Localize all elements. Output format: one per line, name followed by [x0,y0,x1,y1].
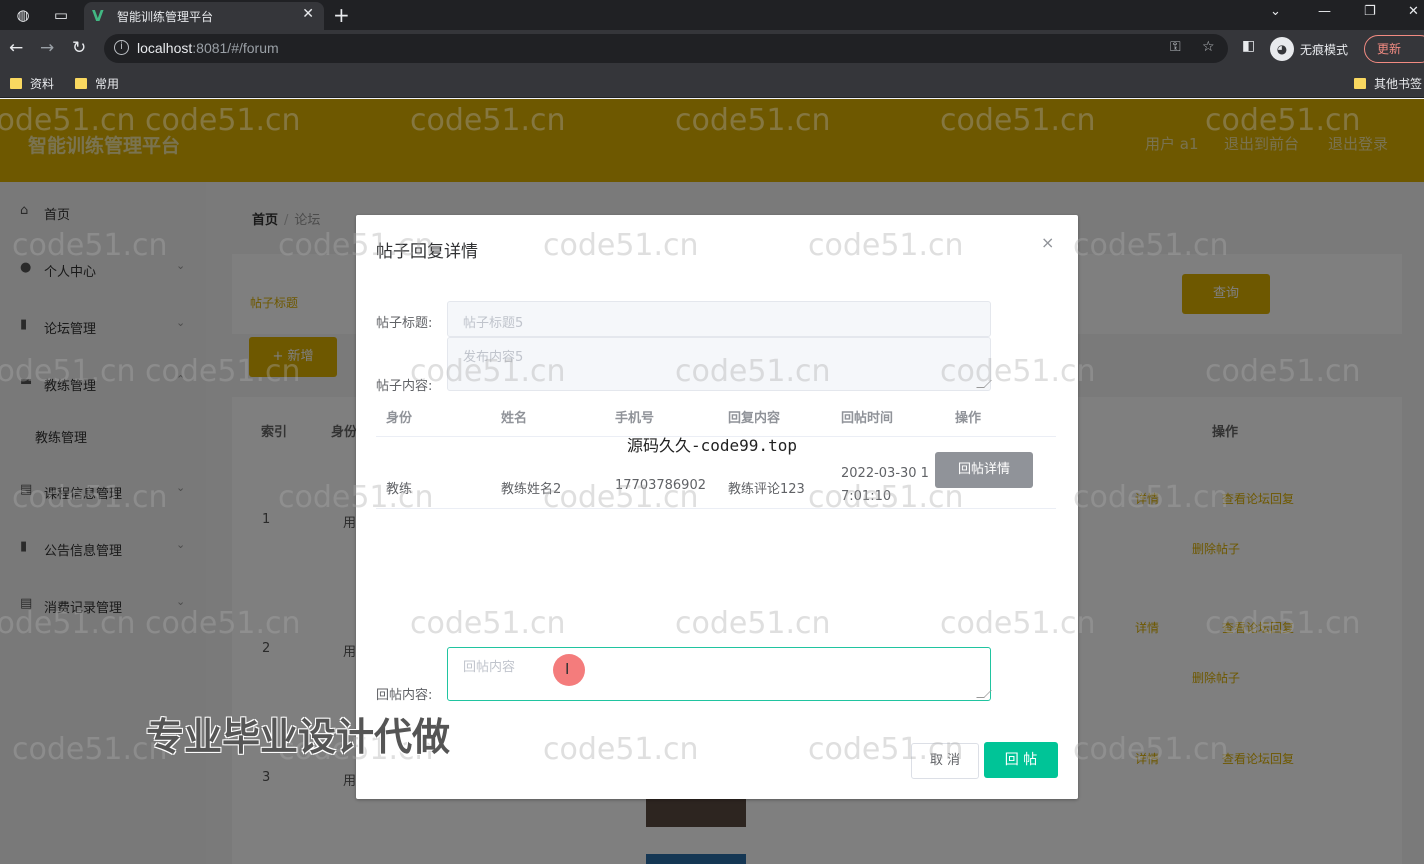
url-input[interactable]: i localhost:8081/#/forum ⚿ ☆ [104,34,1228,63]
reply-header-content: 回复内容 [728,411,781,426]
reply-cell-time-line1: 2022-03-30 1 [841,466,929,481]
center-watermark: 源码久久-code99.top [627,436,797,455]
post-content-field[interactable]: 发布内容5 [447,337,992,391]
vue-logo-icon: V [92,7,104,25]
side-panel-icon[interactable]: ◧ [1242,38,1255,54]
reload-icon[interactable]: ↻ [72,38,86,58]
back-icon[interactable]: ← [9,38,23,58]
reply-header-time: 回帖时间 [841,411,894,426]
folder-icon [1354,78,1366,89]
reply-header-name: 姓名 [501,411,528,426]
resize-handle-icon[interactable] [976,690,992,698]
minimize-icon[interactable]: — [1318,4,1331,19]
browser-tab-bar: ◍ ▭ V 智能训练管理平台 ✕ + ⌄ — ❐ ✕ [0,0,1424,30]
post-content-value: 发布内容5 [463,350,524,365]
bookmark-folder[interactable]: 资料 [10,75,54,92]
incognito-icon[interactable]: ◕ [1270,37,1294,61]
tab-list-chevron-icon[interactable]: ⌄ [1270,4,1281,19]
bookmarks-bar: 资料 常用 其他书签 [0,68,1424,98]
cancel-button[interactable]: 取 消 [911,743,979,779]
post-title-field[interactable]: 帖子标题5 [447,301,991,337]
folder-icon [10,78,22,89]
restore-icon[interactable]: ❐ [1364,4,1376,19]
reply-cell-role: 教练 [386,482,413,497]
bookmark-folder-other[interactable]: 其他书签 [1354,75,1422,92]
text-cursor-icon: I [565,660,570,678]
folder-icon [75,78,87,89]
divider [376,508,1056,509]
reply-header-action: 操作 [955,411,982,426]
resize-handle-icon[interactable] [976,380,992,388]
submit-reply-button[interactable]: 回 帖 [984,742,1058,778]
tab-active[interactable]: V 智能训练管理平台 ✕ [84,2,324,30]
reply-content-input[interactable]: 回帖内容 [447,647,992,701]
tab-search-icon[interactable]: ▭ [50,4,72,26]
mouse-cursor-indicator: I [553,654,585,686]
tab-close-icon[interactable]: ✕ [302,6,314,22]
reply-cell-content: 教练评论123 [728,482,805,497]
reply-cell-time-line2: 7:01:10 [841,489,892,504]
info-icon[interactable]: i [114,40,129,55]
address-bar-row: ← → ↻ i localhost:8081/#/forum ⚿ ☆ ◧ ◕ 无… [0,30,1424,68]
dialog-title: 帖子回复详情 [376,242,478,262]
post-content-label: 帖子内容: [376,379,433,394]
new-tab-icon[interactable]: + [333,3,350,27]
reply-cell-name: 教练姓名2 [501,482,562,497]
reply-content-label: 回帖内容: [376,688,433,703]
reply-header-phone: 手机号 [615,411,655,426]
bookmark-folder[interactable]: 常用 [75,75,119,92]
post-title-value: 帖子标题5 [463,316,524,331]
url-text: localhost:8081/#/forum [137,40,279,56]
reply-detail-dialog: 帖子回复详情 × 帖子标题: 帖子标题5 帖子内容: 发布内容5 身份 姓名 手… [356,215,1078,799]
tab-title: 智能训练管理平台 [117,10,214,24]
star-icon[interactable]: ☆ [1202,39,1215,55]
reply-header-role: 身份 [386,411,413,426]
close-window-icon[interactable]: ✕ [1408,4,1419,19]
update-button[interactable]: 更新 [1364,35,1424,63]
post-title-label: 帖子标题: [376,316,433,331]
reply-cell-phone: 17703786902 [615,478,706,493]
key-icon[interactable]: ⚿ [1170,39,1181,55]
close-icon[interactable]: × [1041,233,1054,252]
reply-detail-button[interactable]: 回帖详情 [935,452,1033,488]
incognito-label: 无痕模式 [1300,43,1349,57]
ad-watermark: 专业毕业设计代做 [146,715,451,759]
reply-placeholder: 回帖内容 [463,660,516,675]
browser-logo-icon[interactable]: ◍ [12,4,34,26]
forward-icon[interactable]: → [40,38,54,58]
